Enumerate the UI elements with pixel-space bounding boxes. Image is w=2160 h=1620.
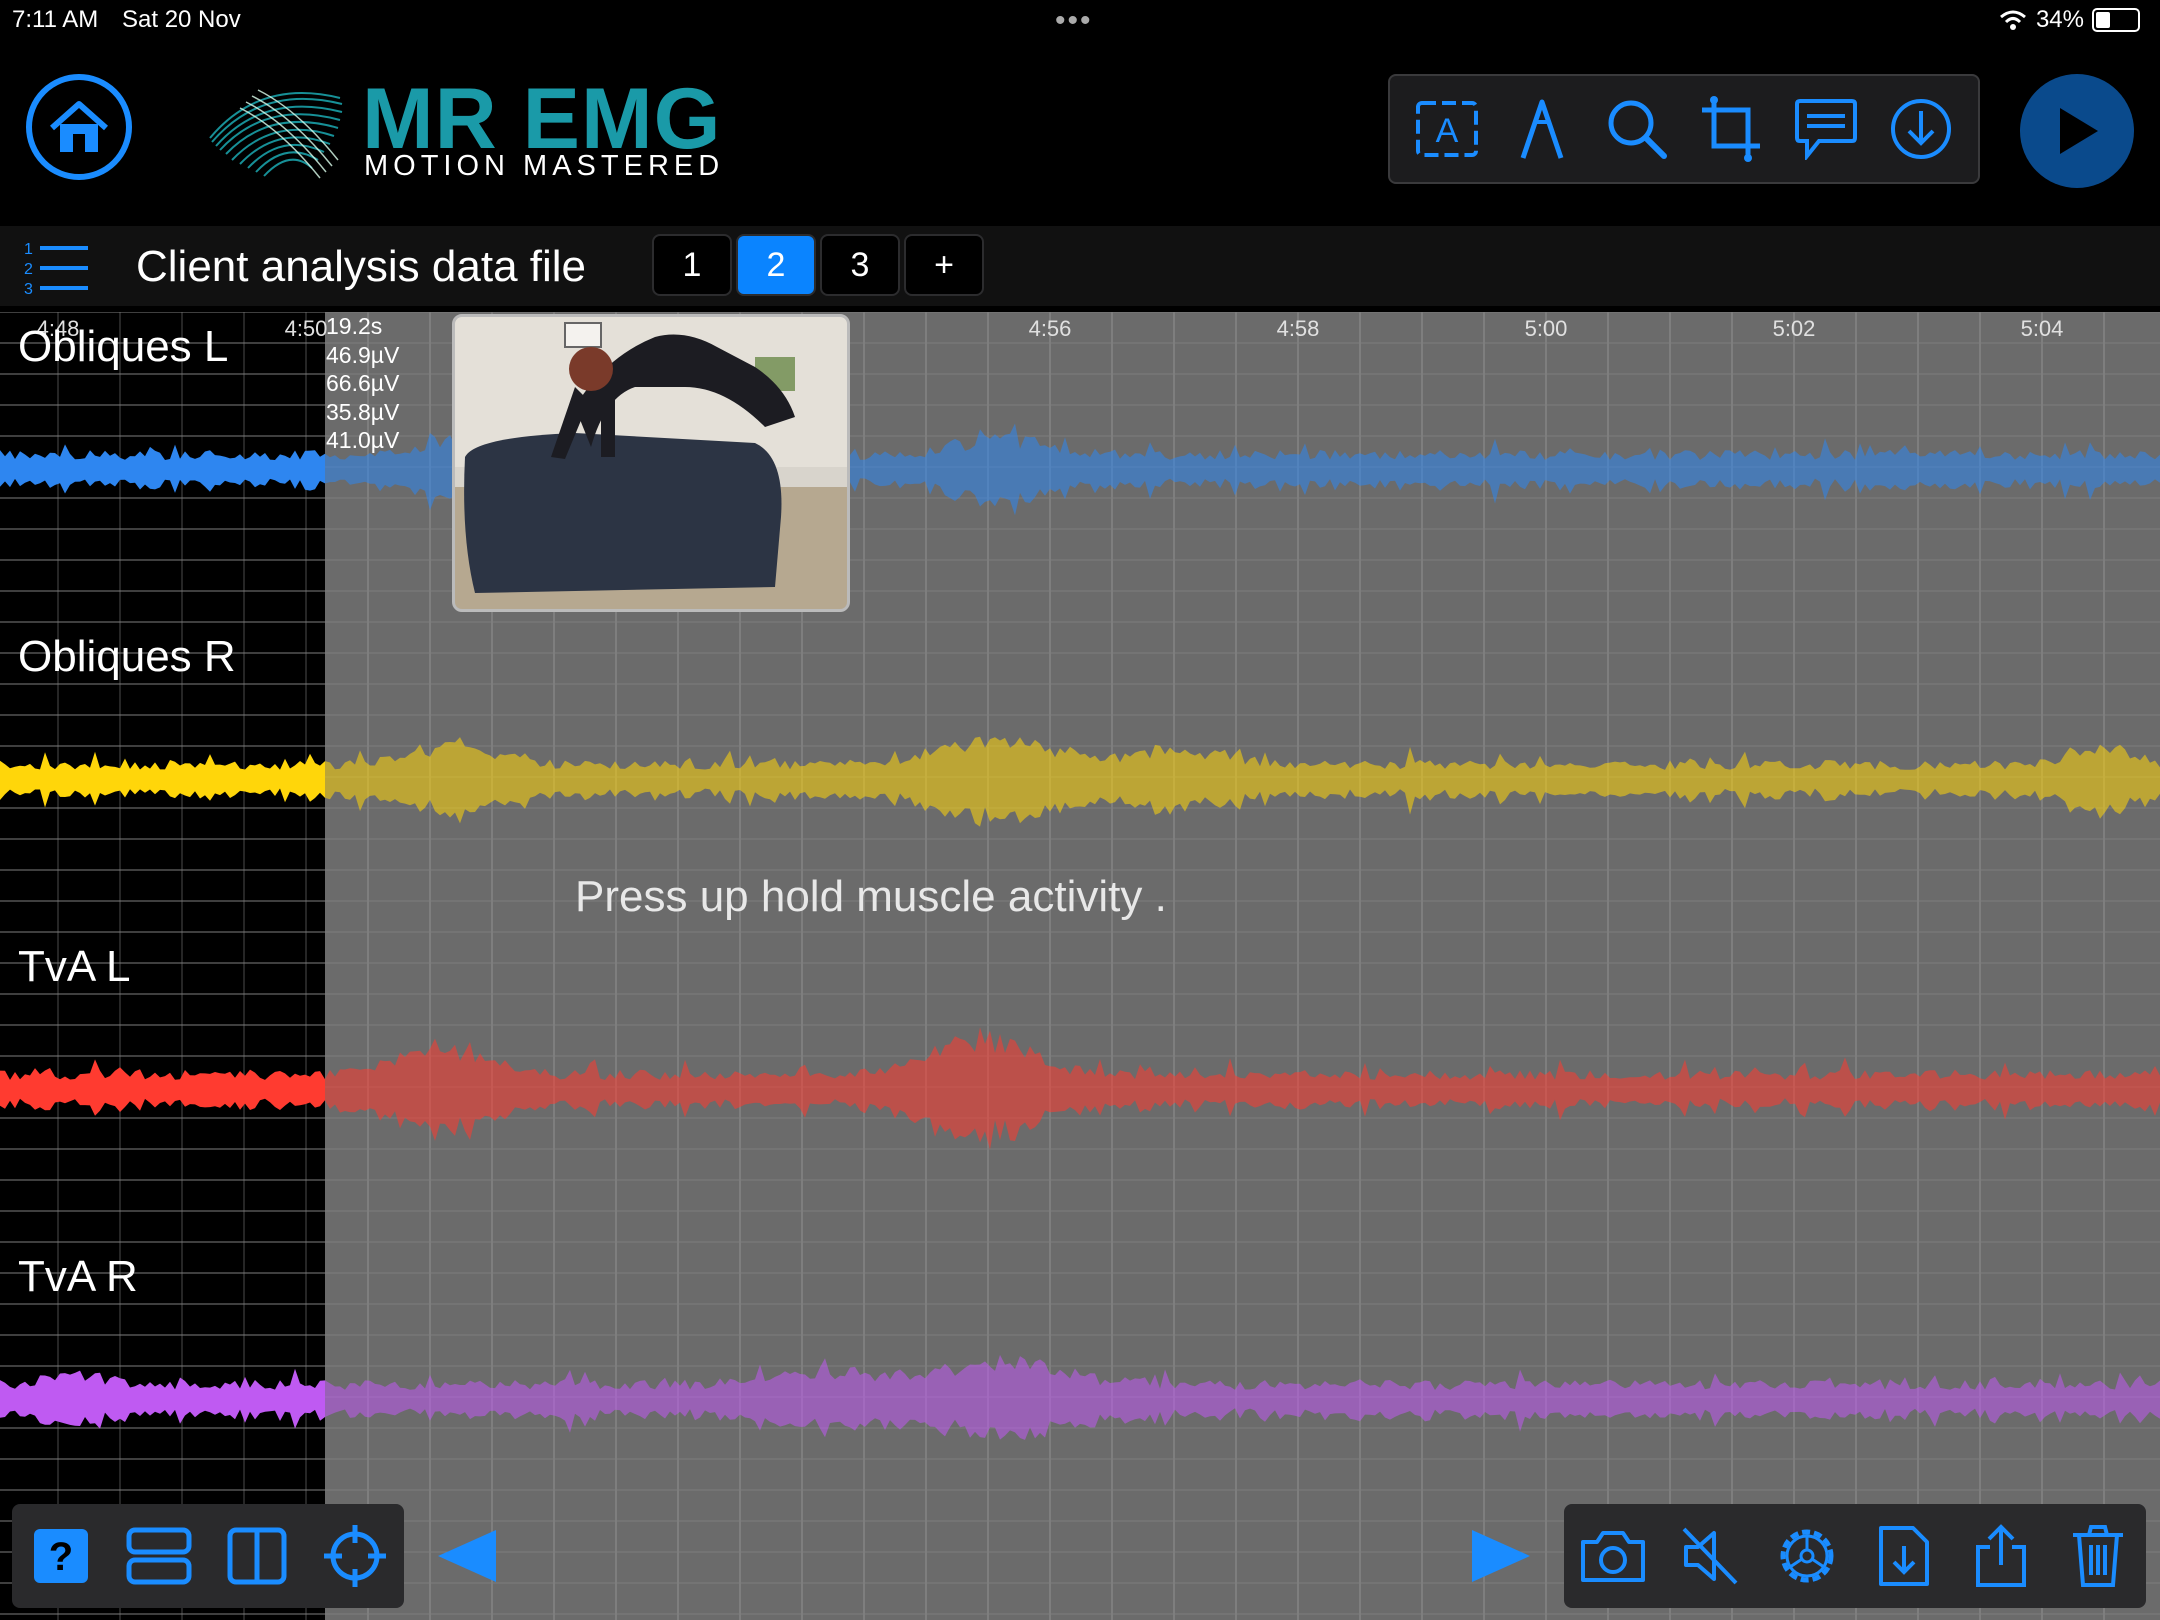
play-button[interactable] (2020, 74, 2134, 188)
help-icon[interactable]: ? (26, 1521, 96, 1591)
numbered-list-icon[interactable]: 1 2 3 (22, 236, 92, 298)
crop-icon[interactable] (1693, 91, 1769, 167)
camera-icon[interactable] (1578, 1521, 1648, 1591)
channel-label-obliques-r: Obliques R (18, 632, 236, 681)
svg-text:2: 2 (24, 261, 33, 278)
next-arrow-icon[interactable] (1466, 1526, 1536, 1586)
cursor-value-tva-l: 35.8µV (326, 398, 400, 425)
cursor-value-tva-r: 41.0µV (326, 427, 400, 453)
time-tick-label: 5:02 (1773, 316, 1816, 341)
download-icon[interactable] (1883, 91, 1959, 167)
battery-icon (2092, 8, 2140, 32)
svg-text:?: ? (49, 1535, 73, 1579)
home-button[interactable] (26, 74, 132, 180)
video-thumbnail[interactable] (452, 314, 850, 612)
bottom-right-toolbar (1564, 1504, 2146, 1608)
logo-mark (200, 68, 350, 188)
channel-label-tva-r: TvA R (18, 1252, 138, 1301)
tab-2[interactable]: 2 (736, 234, 816, 296)
settings-icon[interactable] (1772, 1521, 1842, 1591)
emg-chart[interactable]: 4:48 4:50 4:56 4:58 5:00 5:02 5:04 (0, 312, 2160, 1620)
battery-percent: 34% (2035, 6, 2084, 33)
status-bar: 7:11 AM Sat 20 Nov ••• 34% (0, 0, 2160, 40)
trash-icon[interactable] (2063, 1521, 2133, 1591)
cursor-value-obliques-r: 66.6µV (326, 370, 400, 396)
share-icon[interactable] (1966, 1521, 2036, 1591)
wifi-icon (1999, 10, 2026, 30)
chart-annotation[interactable]: Press up hold muscle activity . (575, 872, 1167, 922)
logo-subtitle: MOTION MASTERED (364, 150, 725, 182)
svg-text:3: 3 (24, 281, 33, 296)
status-time: 7:11 AM (12, 6, 99, 33)
cursor-time: 19.2s (326, 313, 383, 339)
time-tick-label: 4:50 (285, 316, 328, 341)
add-tab-button[interactable]: + (904, 234, 984, 296)
previous-arrow-icon[interactable] (432, 1526, 502, 1586)
stack-layout-icon[interactable] (124, 1521, 194, 1591)
time-tick-label: 4:56 (1029, 316, 1072, 341)
play-icon (2060, 108, 2098, 154)
home-icon (50, 101, 108, 152)
multitasking-dots-icon[interactable]: ••• (1055, 4, 1093, 38)
time-tick-label: 5:00 (1525, 316, 1568, 341)
status-date: Sat 20 Nov (122, 6, 241, 33)
pen-icon[interactable] (1504, 91, 1580, 167)
tab-3[interactable]: 3 (820, 234, 900, 296)
time-tick-label: 4:58 (1277, 316, 1320, 341)
split-layout-icon[interactable] (222, 1521, 292, 1591)
crosshair-icon[interactable] (320, 1521, 390, 1591)
bottom-left-toolbar: ? (12, 1504, 404, 1608)
file-title[interactable]: Client analysis data file (136, 242, 586, 292)
search-icon[interactable] (1599, 91, 1675, 167)
cursor-value-obliques-l: 46.9µV (326, 341, 400, 368)
cursor-readout: 19.2s 46.9µV 66.6µV 35.8µV 41.0µV (326, 312, 408, 455)
text-box-icon[interactable]: A (1409, 91, 1485, 167)
annotation-toolbar: A (1388, 74, 1980, 184)
channel-label-obliques-l: Obliques L (18, 322, 229, 371)
svg-text:A: A (1436, 112, 1459, 150)
tab-1[interactable]: 1 (652, 234, 732, 296)
time-tick-label: 5:04 (2021, 316, 2064, 341)
svg-text:1: 1 (24, 241, 33, 258)
status-right: 34% (1998, 6, 2140, 34)
channel-label-tva-l: TvA L (18, 942, 131, 991)
export-file-icon[interactable] (1869, 1521, 1939, 1591)
comment-icon[interactable] (1788, 91, 1864, 167)
mute-icon[interactable] (1675, 1521, 1745, 1591)
